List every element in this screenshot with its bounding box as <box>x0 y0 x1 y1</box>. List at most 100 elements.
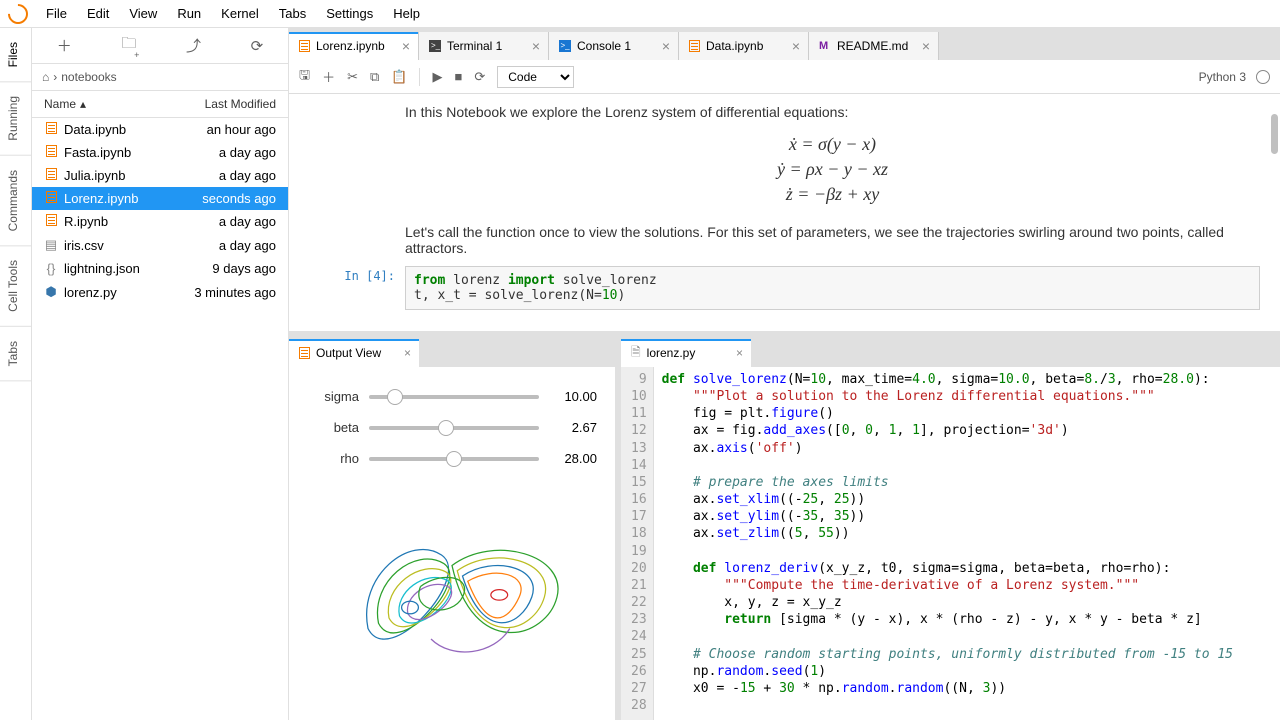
text-editor[interactable]: 910111213141516171819202122232425262728 … <box>621 367 1280 720</box>
tab-lorenz-ipynb[interactable]: Lorenz.ipynb× <box>289 32 419 60</box>
menu-settings[interactable]: Settings <box>316 2 383 25</box>
menu-tabs[interactable]: Tabs <box>269 2 316 25</box>
file-icon: ▤ <box>44 237 58 253</box>
upload-icon[interactable]: ⤴ <box>186 35 201 56</box>
home-icon[interactable]: ⌂ <box>42 70 49 84</box>
tab-data-ipynb[interactable]: Data.ipynb × <box>679 32 809 60</box>
file-icon <box>44 214 58 229</box>
file-name: Data.ipynb <box>64 122 126 137</box>
sidebar-tab-commands[interactable]: Commands <box>0 156 31 246</box>
new-launcher-icon[interactable]: ＋ <box>57 35 72 56</box>
close-icon[interactable]: × <box>922 38 930 54</box>
file-name: iris.csv <box>64 238 104 253</box>
close-icon[interactable]: × <box>402 38 410 54</box>
file-name: Fasta.ipynb <box>64 145 131 160</box>
menu-edit[interactable]: Edit <box>77 2 119 25</box>
slider-label: rho <box>307 451 359 466</box>
file-row[interactable]: ⬢lorenz.py3 minutes ago <box>32 280 288 304</box>
file-icon: {} <box>44 261 58 276</box>
file-name: lightning.json <box>64 261 140 276</box>
sidebar-tab-files[interactable]: Files <box>0 28 31 82</box>
markdown-text: Let's call the function once to view the… <box>405 224 1260 256</box>
tab-label: README.md <box>837 39 908 53</box>
file-modified: a day ago <box>219 168 276 183</box>
slider-sigma[interactable] <box>369 395 539 399</box>
file-browser: ＋ 🗀+ ⤴ ⟳ ⌂ › notebooks Name ▴ Last Modif… <box>32 28 289 720</box>
sidebar-tab-running[interactable]: Running <box>0 82 31 156</box>
console-icon <box>559 40 571 52</box>
tab-terminal-1[interactable]: Terminal 1× <box>419 32 549 60</box>
jupyter-logo-icon <box>4 0 32 28</box>
menu-view[interactable]: View <box>119 2 167 25</box>
cell-type-select[interactable]: Code <box>497 66 574 88</box>
file-icon <box>44 191 58 206</box>
lorenz-attractor-plot <box>289 492 615 702</box>
sidebar-tab-cell-tools[interactable]: Cell Tools <box>0 246 31 327</box>
file-modified: seconds ago <box>202 191 276 206</box>
close-icon[interactable]: × <box>532 38 540 54</box>
restart-icon[interactable]: ⟳ <box>474 69 485 85</box>
file-row[interactable]: ▤ iris.csv a day ago <box>32 233 288 257</box>
file-row[interactable]: R.ipynba day ago <box>32 210 288 233</box>
menu-run[interactable]: Run <box>167 2 211 25</box>
stop-icon[interactable]: ■ <box>454 69 462 84</box>
notebook-icon <box>689 40 700 52</box>
close-icon[interactable]: × <box>662 38 670 54</box>
file-row[interactable]: {} lightning.json 9 days ago <box>32 257 288 280</box>
slider-rho[interactable] <box>369 457 539 461</box>
file-icon <box>44 168 58 183</box>
copy-icon[interactable]: ⧉ <box>370 69 379 85</box>
file-row[interactable]: Data.ipynb an hour ago <box>32 118 288 141</box>
code-cell[interactable]: from lorenz import solve_lorenz t, x_t =… <box>405 266 1260 310</box>
tab-lorenz-py[interactable]: 🗎lorenz.py× <box>621 339 751 367</box>
menu-file[interactable]: File <box>36 2 77 25</box>
slider-value: 10.00 <box>549 389 597 404</box>
markdown-icon <box>819 40 831 52</box>
file-row[interactable]: Fasta.ipynb a day ago <box>32 141 288 164</box>
file-modified: 9 days ago <box>212 261 276 276</box>
file-row[interactable]: Julia.ipynb a day ago <box>32 164 288 187</box>
file-modified: a day ago <box>219 145 276 160</box>
filebrowser-header-name[interactable]: Name <box>44 97 76 111</box>
kernel-name[interactable]: Python 3 <box>1199 70 1246 84</box>
paste-icon[interactable]: 📋 <box>391 69 407 85</box>
breadcrumb[interactable]: ⌂ › notebooks <box>32 64 288 90</box>
file-modified: 3 minutes ago <box>194 285 276 300</box>
close-icon[interactable]: × <box>792 38 800 54</box>
save-icon[interactable]: 🖫 <box>299 66 310 88</box>
slider-label: beta <box>307 420 359 435</box>
close-icon[interactable]: × <box>404 346 411 360</box>
left-sidebar-tabs: FilesRunningCommandsCell ToolsTabs <box>0 28 32 720</box>
file-icon <box>44 145 58 160</box>
tab-console-1[interactable]: Console 1× <box>549 32 679 60</box>
scrollbar-thumb[interactable] <box>1271 114 1278 154</box>
file-icon <box>44 122 58 137</box>
slider-value: 28.00 <box>549 451 597 466</box>
file-row[interactable]: Lorenz.ipynbseconds ago <box>32 187 288 210</box>
slider-value: 2.67 <box>549 420 597 435</box>
refresh-icon[interactable]: ⟳ <box>251 37 264 55</box>
tab-readme-md[interactable]: README.md × <box>809 32 939 60</box>
terminal-icon <box>429 40 441 52</box>
notebook-panel[interactable]: In this Notebook we explore the Lorenz s… <box>289 94 1280 337</box>
close-icon[interactable]: × <box>736 346 743 360</box>
tab-output-view[interactable]: Output View× <box>289 339 419 367</box>
tab-label: Data.ipynb <box>706 39 763 53</box>
kernel-status-icon <box>1256 70 1270 84</box>
file-name: Julia.ipynb <box>64 168 125 183</box>
notebook-icon <box>299 40 310 52</box>
filebrowser-header-modified[interactable]: Last Modified <box>205 97 276 111</box>
slider-beta[interactable] <box>369 426 539 430</box>
sidebar-tab-tabs[interactable]: Tabs <box>0 327 31 381</box>
cut-icon[interactable]: ✂ <box>347 69 358 85</box>
new-folder-icon[interactable]: 🗀+ <box>121 33 136 58</box>
sort-arrow-icon: ▴ <box>80 97 86 111</box>
run-icon[interactable]: ▶ <box>432 69 442 85</box>
file-name: R.ipynb <box>64 214 108 229</box>
file-modified: an hour ago <box>207 122 276 137</box>
equation-block: ẋ = σ(y − x) ẏ = ρx − y − xz ż = −βz + x… <box>405 132 1260 208</box>
menu-kernel[interactable]: Kernel <box>211 2 269 25</box>
menu-help[interactable]: Help <box>383 2 430 25</box>
insert-cell-icon[interactable]: ＋ <box>322 67 335 86</box>
file-modified: a day ago <box>219 238 276 253</box>
